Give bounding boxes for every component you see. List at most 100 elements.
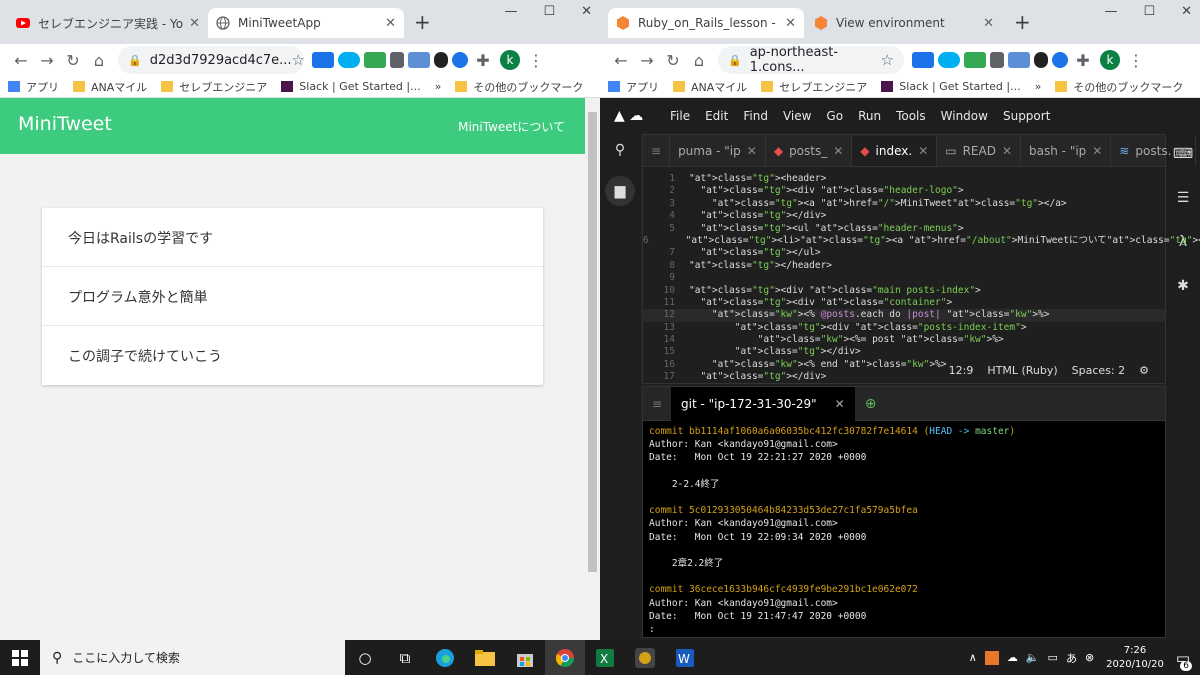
code-line[interactable]: 4 "at">class="tg"></div> [643, 210, 1165, 222]
bookmark-apps[interactable]: アプリ [608, 79, 659, 95]
extension-icon[interactable] [312, 52, 334, 68]
close-icon[interactable]: ✕ [1177, 144, 1187, 158]
extension-icon[interactable] [1052, 52, 1068, 68]
code-line[interactable]: 11 "at">class="tg"><div "at">class="cont… [643, 297, 1165, 309]
extension-icon[interactable] [452, 52, 468, 68]
folder-icon[interactable]: ▆ [605, 176, 635, 206]
close-icon[interactable]: ✕ [833, 144, 843, 158]
menu-tools[interactable]: Tools [896, 109, 926, 123]
reload-icon[interactable]: ↻ [660, 51, 686, 70]
app-icon[interactable] [625, 640, 665, 675]
code-line[interactable]: 8 "at">class="tg"></header> [643, 260, 1165, 272]
code-line[interactable]: 14 "at">class="kw"><%= post "at">class="… [643, 334, 1165, 346]
minimize-button[interactable]: — [504, 4, 517, 19]
code-line[interactable]: 7 "at">class="tg"></ul> [643, 247, 1165, 259]
close-icon[interactable]: ✕ [835, 397, 845, 411]
code-line[interactable]: 3 "at">class="tg"><a "at">href="/">MiniT… [643, 198, 1165, 210]
bookmark-slack[interactable]: Slack | Get Started |... [281, 80, 421, 93]
code-line[interactable]: 15 "at">class="tg"></div> [643, 346, 1165, 358]
editor-tab-active[interactable]: ◆ index. ✕ [852, 136, 938, 166]
maximize-button[interactable]: ☐ [1143, 4, 1155, 19]
editor-tab[interactable]: puma - "ip ✕ [670, 136, 766, 166]
bookmark-apps[interactable]: アプリ [8, 79, 59, 95]
gear-icon[interactable]: ⚙ [1139, 364, 1149, 377]
windows-start-icon[interactable] [0, 640, 40, 675]
back-icon[interactable]: ← [608, 51, 634, 70]
notification-icon[interactable]: ▭ 6 [1176, 649, 1192, 671]
volume-icon[interactable]: 🔈 [1026, 651, 1040, 664]
bookmark-folder[interactable]: ANAマイル [673, 79, 747, 95]
extension-icon[interactable] [964, 52, 986, 68]
extension-icon[interactable] [912, 52, 934, 68]
address-bar[interactable]: 🔒 ap-northeast-1.cons... ☆ [718, 45, 904, 75]
chrome-icon[interactable] [545, 640, 585, 675]
menu-run[interactable]: Run [858, 109, 881, 123]
forward-icon[interactable]: → [634, 51, 660, 70]
close-icon[interactable]: ✕ [1092, 144, 1102, 158]
back-icon[interactable]: ← [8, 51, 34, 70]
editor-tab[interactable]: ≋ posts. ✕ [1111, 136, 1197, 166]
bookmark-star-icon[interactable]: ☆ [292, 51, 305, 69]
menu-file[interactable]: File [670, 109, 690, 123]
close-window-button[interactable]: ✕ [581, 4, 592, 19]
menu-support[interactable]: Support [1003, 109, 1050, 123]
battery-icon[interactable]: ▭ [1048, 651, 1058, 664]
close-icon[interactable]: ✕ [189, 16, 200, 31]
add-tab-icon[interactable]: ⊕ [1196, 136, 1200, 166]
minimize-button[interactable]: — [1104, 4, 1117, 19]
skype-icon[interactable] [938, 52, 960, 68]
debugger-icon[interactable]: ✱ [1166, 278, 1200, 294]
cloud9-logo-icon[interactable]: ▲ ☁ [614, 108, 643, 124]
extension-icon[interactable] [434, 52, 448, 68]
tab-list-icon[interactable]: ≡ [643, 136, 671, 166]
maximize-button[interactable]: ☐ [543, 4, 555, 19]
extension-icon[interactable] [1008, 52, 1030, 68]
taskbar-search[interactable]: ⚲ ここに入力して検索 [40, 640, 345, 675]
cortana-icon[interactable]: ○ [345, 640, 385, 675]
code-line[interactable]: 5 "at">class="tg"><ul "at">class="header… [643, 223, 1165, 235]
extension-icon[interactable] [990, 52, 1004, 68]
close-icon[interactable]: ✕ [385, 16, 396, 31]
word-icon[interactable]: W [665, 640, 705, 675]
menu-view[interactable]: View [783, 109, 811, 123]
reload-icon[interactable]: ↻ [60, 51, 86, 70]
bookmark-folder[interactable]: セレブエンジニア [761, 79, 867, 95]
tray-app-icon[interactable] [984, 650, 999, 665]
extension-icon[interactable] [390, 52, 404, 68]
site-logo[interactable]: MiniTweet [18, 113, 112, 135]
tab-youtube[interactable]: セレブエンジニア実践 - YouTube ✕ [8, 8, 208, 38]
editor-tab[interactable]: ◆ posts_ ✕ [766, 136, 853, 166]
puzzle-icon[interactable]: ✚ [1070, 51, 1096, 70]
scrollbar-thumb[interactable] [588, 112, 597, 572]
menu-window[interactable]: Window [941, 109, 988, 123]
menu-find[interactable]: Find [743, 109, 768, 123]
bookmark-other-folder[interactable]: その他のブックマーク [455, 79, 583, 95]
puzzle-icon[interactable]: ✚ [470, 51, 496, 70]
menu-go[interactable]: Go [826, 109, 843, 123]
more-bookmarks[interactable]: » [1035, 80, 1042, 93]
avatar[interactable]: k [500, 50, 520, 70]
code-line[interactable]: 6 "at">class="tg"><li>"at">class="tg"><a… [643, 235, 1200, 247]
bookmark-folder[interactable]: セレブエンジニア [161, 79, 267, 95]
forward-icon[interactable]: → [34, 51, 60, 70]
menu-icon[interactable]: ⋮ [1128, 51, 1144, 70]
menu-icon[interactable]: ⋮ [528, 51, 544, 70]
bookmark-star-icon[interactable]: ☆ [881, 51, 894, 69]
cursor-position[interactable]: 12:9 [949, 364, 974, 377]
add-tab-icon[interactable]: ⊕ [865, 396, 877, 412]
task-view-icon[interactable]: ⧉ [385, 640, 425, 675]
close-icon[interactable]: ✕ [1002, 144, 1012, 158]
search-icon[interactable]: ⚲ [600, 142, 640, 158]
tab-minitweetapp[interactable]: MiniTweetApp ✕ [208, 8, 404, 38]
close-window-button[interactable]: ✕ [1181, 4, 1192, 19]
skype-icon[interactable] [338, 52, 360, 68]
code-line[interactable]: 1 "at">class="tg"><header> [643, 173, 1165, 185]
code-line[interactable]: 9 [643, 272, 1165, 284]
outline-icon[interactable]: ☰ [1166, 190, 1200, 206]
bookmark-slack[interactable]: Slack | Get Started |... [881, 80, 1021, 93]
terminal-tab[interactable]: git - "ip-172-31-30-29" ✕ [671, 386, 855, 421]
bookmark-other-folder[interactable]: その他のブックマーク [1055, 79, 1183, 95]
excel-icon[interactable]: X [585, 640, 625, 675]
code-line[interactable]: 2 "at">class="tg"><div "at">class="heade… [643, 185, 1165, 197]
extension-icon[interactable] [408, 52, 430, 68]
